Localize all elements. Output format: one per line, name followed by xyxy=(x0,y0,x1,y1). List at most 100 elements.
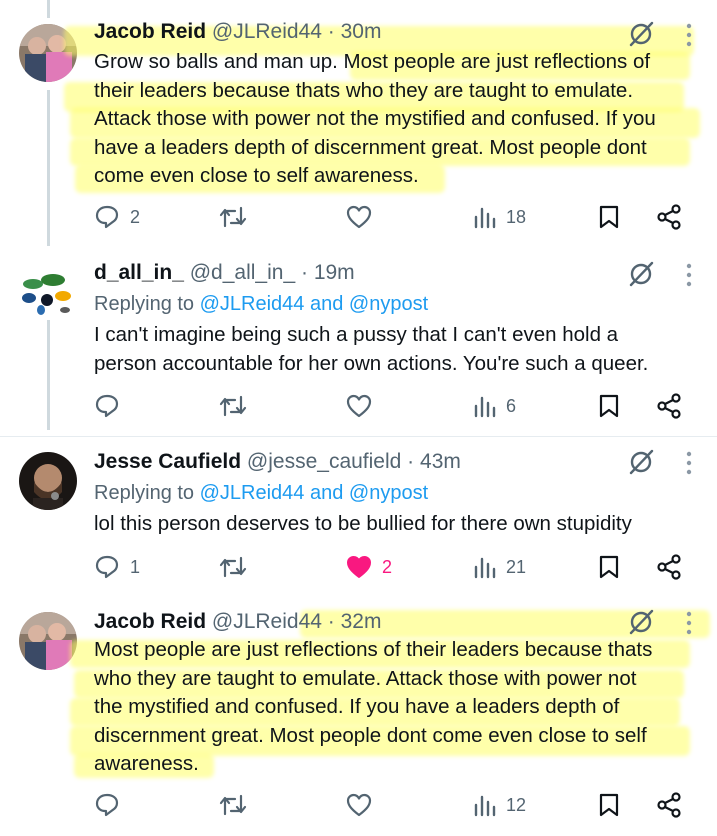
username[interactable]: @JLReid44 xyxy=(212,610,322,633)
replying-to-link[interactable]: @JLReid44 and @nypost xyxy=(200,482,429,504)
share-icon xyxy=(657,792,681,818)
like-icon xyxy=(346,793,372,817)
username[interactable]: @jesse_caufield xyxy=(247,450,401,473)
like-count: 2 xyxy=(382,556,393,577)
share-button[interactable] xyxy=(656,202,682,232)
more-icon[interactable] xyxy=(684,22,694,50)
separator-dot: · xyxy=(300,261,308,284)
tweet-text: Most people are just reflections of thei… xyxy=(94,638,653,775)
views-button[interactable]: 18 xyxy=(472,202,526,232)
replying-to-link[interactable]: @JLReid44 and @nypost xyxy=(200,293,429,315)
tweet-header: Jacob Reid @JLReid44 · 32m xyxy=(94,609,381,635)
views-count: 12 xyxy=(506,794,527,815)
like-button[interactable] xyxy=(346,790,382,820)
grok-icon[interactable] xyxy=(627,20,655,48)
timestamp[interactable]: 32m xyxy=(341,610,382,633)
repost-icon xyxy=(219,556,247,578)
grok-icon[interactable] xyxy=(627,448,655,476)
like-button[interactable]: 2 xyxy=(346,552,392,582)
repost-button[interactable] xyxy=(218,790,258,820)
username[interactable]: @JLReid44 xyxy=(212,20,322,43)
bookmark-icon xyxy=(599,205,619,229)
avatar[interactable] xyxy=(19,452,77,510)
views-count: 6 xyxy=(506,395,517,416)
display-name[interactable]: d_all_in_ xyxy=(94,261,184,284)
repost-button[interactable] xyxy=(218,391,258,421)
tweet[interactable]: Jacob Reid @JLReid44 · 32m Most people a… xyxy=(0,598,717,836)
share-icon xyxy=(657,393,681,419)
avatar[interactable] xyxy=(19,612,77,670)
username[interactable]: @d_all_in_ xyxy=(190,261,295,284)
reply-button[interactable] xyxy=(94,391,130,421)
reply-count: 2 xyxy=(130,206,141,227)
replying-prefix: Replying to xyxy=(94,293,200,315)
separator-dot: · xyxy=(327,610,335,633)
tweet[interactable]: Jesse Caufield @jesse_caufield · 43m Rep… xyxy=(0,438,717,598)
reply-icon xyxy=(95,205,119,229)
separator-dot: · xyxy=(407,450,415,473)
reply-icon xyxy=(95,394,119,418)
like-icon xyxy=(346,205,372,229)
timestamp[interactable]: 19m xyxy=(314,261,355,284)
bookmark-icon xyxy=(599,555,619,579)
repost-icon xyxy=(219,395,247,417)
repost-button[interactable] xyxy=(218,552,258,582)
replying-prefix: Replying to xyxy=(94,482,200,504)
views-icon xyxy=(474,557,496,579)
bookmark-button[interactable] xyxy=(598,391,620,421)
tweet-text: I can't imagine being such a pussy that … xyxy=(94,323,649,375)
timestamp[interactable]: 43m xyxy=(420,450,461,473)
reply-button[interactable] xyxy=(94,790,130,820)
like-icon xyxy=(347,556,371,578)
bookmark-icon xyxy=(599,793,619,817)
views-count: 18 xyxy=(506,206,527,227)
reply-icon xyxy=(95,793,119,817)
share-button[interactable] xyxy=(656,552,682,582)
views-count: 21 xyxy=(506,556,527,577)
tweet-text: Grow so balls and man up. Most people ar… xyxy=(94,50,656,187)
replying-to: Replying to @JLReid44 and @nypost xyxy=(94,480,428,506)
display-name[interactable]: Jacob Reid xyxy=(94,610,206,633)
tweet-text: lol this person deserves to be bullied f… xyxy=(94,512,632,535)
views-icon xyxy=(474,795,496,817)
grok-icon[interactable] xyxy=(627,260,655,288)
views-button[interactable]: 21 xyxy=(472,552,526,582)
like-button[interactable] xyxy=(346,391,382,421)
tweet-header: Jacob Reid @JLReid44 · 30m xyxy=(94,19,381,45)
tweet[interactable]: Jacob Reid @JLReid44 · 30m Grow so balls… xyxy=(0,0,717,250)
share-button[interactable] xyxy=(656,790,682,820)
bookmark-button[interactable] xyxy=(598,790,620,820)
grok-icon[interactable] xyxy=(627,608,655,636)
more-icon[interactable] xyxy=(684,610,694,638)
bookmark-icon xyxy=(599,394,619,418)
repost-button[interactable] xyxy=(218,202,258,232)
share-icon xyxy=(657,204,681,230)
replying-to: Replying to @JLReid44 and @nypost xyxy=(94,291,428,317)
tweet-actions: 1 2 21 xyxy=(94,552,694,582)
timestamp[interactable]: 30m xyxy=(341,20,382,43)
separator-dot: · xyxy=(327,20,335,43)
like-button[interactable] xyxy=(346,202,382,232)
bookmark-button[interactable] xyxy=(598,202,620,232)
reply-icon xyxy=(95,555,119,579)
avatar[interactable] xyxy=(19,262,77,320)
share-icon xyxy=(657,554,681,580)
views-icon xyxy=(474,396,496,418)
views-button[interactable]: 6 xyxy=(472,391,516,421)
views-button[interactable]: 12 xyxy=(472,790,526,820)
reply-button[interactable]: 1 xyxy=(94,552,140,582)
views-icon xyxy=(474,207,496,229)
share-button[interactable] xyxy=(656,391,682,421)
divider xyxy=(0,436,717,437)
bookmark-button[interactable] xyxy=(598,552,620,582)
tweet-header: Jesse Caufield @jesse_caufield · 43m xyxy=(94,449,461,475)
more-icon[interactable] xyxy=(684,262,694,290)
reply-count: 1 xyxy=(130,556,141,577)
display-name[interactable]: Jesse Caufield xyxy=(94,450,241,473)
repost-icon xyxy=(219,206,247,228)
reply-button[interactable]: 2 xyxy=(94,202,140,232)
display-name[interactable]: Jacob Reid xyxy=(94,20,206,43)
more-icon[interactable] xyxy=(684,450,694,478)
tweet[interactable]: d_all_in_ @d_all_in_ · 19m Replying to @… xyxy=(0,250,717,438)
like-icon xyxy=(346,394,372,418)
